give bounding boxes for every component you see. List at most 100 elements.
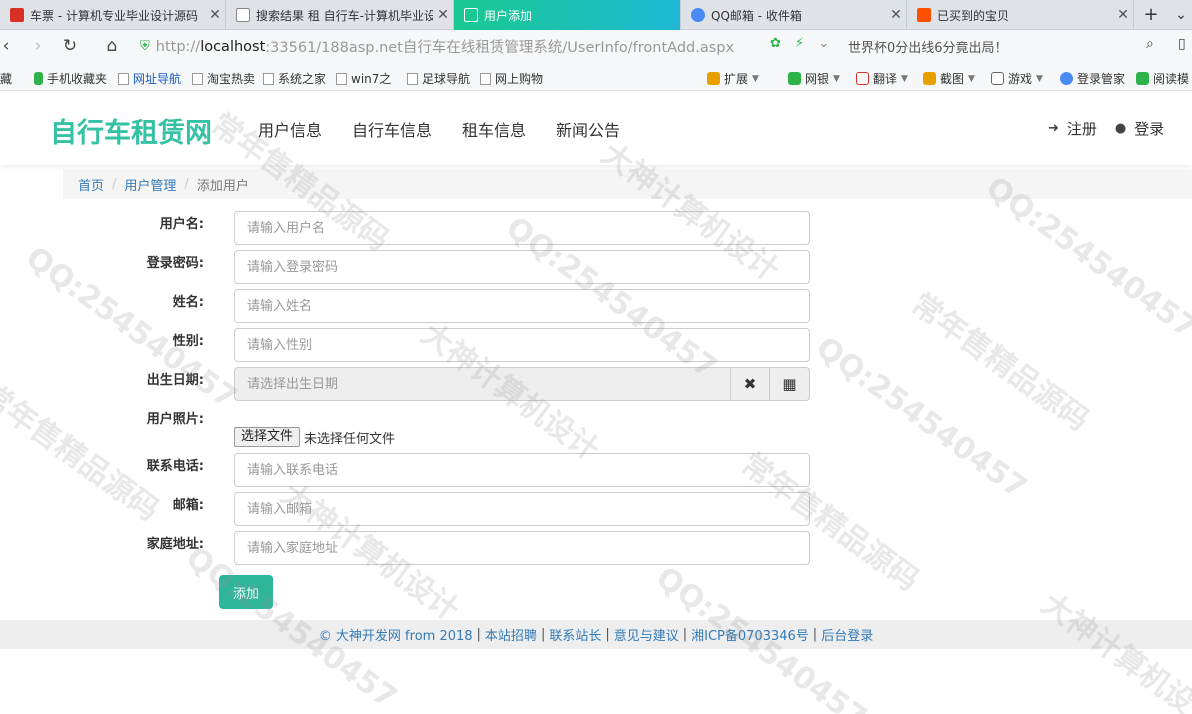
bookmark-item[interactable]: 足球导航 <box>407 70 470 87</box>
birthday-date-picker: ✖ ▦ <box>234 367 810 401</box>
page-favicon-icon <box>236 8 250 22</box>
form-row-email: 邮箱: <box>0 492 1192 526</box>
user-nav: ➜ 注册 ● 登录 <box>1048 118 1182 139</box>
password-input[interactable] <box>234 250 810 284</box>
toolbar-reading-mode[interactable]: 阅读模 <box>1136 70 1189 87</box>
home-icon[interactable]: ⌂ <box>100 34 124 58</box>
phone-input[interactable] <box>234 453 810 487</box>
form-row-address: 家庭地址: <box>0 531 1192 565</box>
toolbar-login-manager[interactable]: 登录管家 <box>1060 70 1125 87</box>
name-label: 姓名: <box>172 295 204 310</box>
choose-file-button[interactable]: 选择文件 <box>234 427 301 447</box>
user-icon: ● <box>1114 121 1127 136</box>
address-action-icons: ✿ ⚡ ⌄ <box>770 36 839 51</box>
toolbar-translate[interactable]: 翻译 ▼ <box>856 70 908 87</box>
bookmarks-bar: 藏 手机收藏夹 网址导航 淘宝热卖 系统之家 win7之 足球导航 网上购物 扩… <box>0 63 1192 91</box>
footer-link-jobs[interactable]: 本站招聘 <box>485 625 537 644</box>
site-header: 自行车租赁网 用户信息 自行车信息 租车信息 新闻公告 ➜ 注册 ● 登录 <box>0 93 1192 165</box>
close-icon[interactable]: ✕ <box>205 7 225 23</box>
username-input[interactable] <box>234 211 810 245</box>
book-icon <box>1136 72 1149 85</box>
footer-copyright: © 大神开发网 from 2018 <box>318 629 473 644</box>
toolbar-screenshot[interactable]: 截图 ▼ <box>923 70 975 87</box>
browser-tab-2[interactable]: 搜索结果 租 自行车-计算机毕业设计 ✕ <box>226 0 454 30</box>
search-icon[interactable]: ⌕ <box>1146 36 1154 52</box>
toolbar-extensions[interactable]: 扩展 ▼ <box>707 70 759 87</box>
breadcrumb-user-management[interactable]: 用户管理 <box>124 175 176 194</box>
gamepad-icon <box>991 72 1004 85</box>
form-row-photo: 用户照片: <box>0 406 1192 440</box>
url-host: localhost <box>200 38 266 55</box>
chevron-down-icon[interactable]: ⌄ <box>818 36 829 51</box>
tablet-icon[interactable]: ▯ <box>1178 36 1186 52</box>
birthday-label: 出生日期: <box>146 373 204 388</box>
bookmark-item[interactable]: win7之 <box>336 70 391 87</box>
tab-title: 已买到的宝贝 <box>937 8 1010 23</box>
form-row-name: 姓名: <box>0 289 1192 323</box>
tab-title: 用户添加 <box>484 8 533 23</box>
footer-link-feedback[interactable]: 意见与建议 <box>614 625 679 644</box>
close-icon[interactable]: ✕ <box>433 7 453 23</box>
back-icon[interactable]: ‹ <box>0 34 18 58</box>
address-input[interactable] <box>234 531 810 565</box>
forward-icon[interactable]: › <box>26 34 50 58</box>
email-input[interactable] <box>234 492 810 526</box>
email-label: 邮箱: <box>172 498 204 513</box>
url-field[interactable]: ⛨ http:// localhost :33561/188asp.net自行车… <box>140 33 810 60</box>
refresh-extension-icon[interactable]: ✿ <box>770 36 781 51</box>
photo-label: 用户照片: <box>146 412 204 427</box>
footer-link-admin-login[interactable]: 后台登录 <box>821 625 873 644</box>
nav-rental-info[interactable]: 租车信息 <box>462 117 526 141</box>
page-icon <box>407 72 418 85</box>
tab-title: 车票 - 计算机专业毕业设计源码 <box>30 8 198 23</box>
reload-icon[interactable]: ↻ <box>58 34 82 58</box>
close-icon[interactable]: ✕ <box>886 7 906 23</box>
username-label: 用户名: <box>159 217 204 232</box>
browser-tab-5[interactable]: 已买到的宝贝 ✕ <box>907 0 1134 30</box>
page-icon <box>336 72 347 85</box>
birthday-input[interactable] <box>234 367 730 401</box>
add-submit-button[interactable]: 添加 <box>219 575 273 609</box>
bookmark-item[interactable]: 藏 <box>0 70 12 87</box>
breadcrumb-home[interactable]: 首页 <box>78 175 104 194</box>
bookmark-item[interactable]: 网址导航 <box>118 70 181 87</box>
url-path: :33561/188asp.net自行车在线租赁管理系统/UserInfo/fr… <box>265 40 735 56</box>
close-icon[interactable]: ✕ <box>1113 7 1133 23</box>
tab-title: QQ邮箱 - 收件箱 <box>711 8 802 23</box>
site-brand-logo[interactable]: 自行车租赁网 <box>50 111 212 150</box>
scissors-icon <box>923 72 936 85</box>
name-input[interactable] <box>234 289 810 323</box>
nav-bike-info[interactable]: 自行车信息 <box>352 117 432 141</box>
phone-label: 联系电话: <box>146 459 204 474</box>
nav-user-info[interactable]: 用户信息 <box>258 117 322 141</box>
browser-tab-4[interactable]: QQ邮箱 - 收件箱 ✕ <box>681 0 907 30</box>
key-search-icon <box>1060 72 1073 85</box>
lightning-icon[interactable]: ⚡ <box>795 36 804 51</box>
bookmark-item[interactable]: 淘宝热卖 <box>192 70 255 87</box>
bookmark-item[interactable]: 系统之家 <box>263 70 326 87</box>
toolbar-bank[interactable]: 网银 ▼ <box>788 70 840 87</box>
taobao-favicon-icon <box>917 8 931 22</box>
register-link[interactable]: ➜ 注册 <box>1048 118 1097 139</box>
new-tab-button[interactable]: + <box>1140 4 1162 26</box>
tab-list-chevron-down-icon[interactable]: ⌄ <box>1172 4 1190 26</box>
calendar-icon[interactable]: ▦ <box>770 367 810 401</box>
breadcrumb-current: 添加用户 <box>196 178 249 194</box>
clear-date-close-icon[interactable]: ✖ <box>730 367 770 401</box>
footer-link-contact[interactable]: 联系站长 <box>549 625 601 644</box>
form-row-password: 登录密码: <box>0 250 1192 284</box>
extensions-grid-icon <box>707 72 720 85</box>
toolbar-games[interactable]: 游戏 ▼ <box>991 70 1043 87</box>
bookmark-item[interactable]: 网上购物 <box>480 70 543 87</box>
browser-tab-3-active[interactable]: 用户添加 <box>454 0 681 30</box>
browser-tab-1[interactable]: 车票 - 计算机专业毕业设计源码 ✕ <box>0 0 226 30</box>
news-ticker[interactable]: 世界杯0分出线6分竟出局！ <box>848 37 1008 56</box>
login-link[interactable]: ● 登录 <box>1115 118 1164 139</box>
nav-news[interactable]: 新闻公告 <box>556 117 620 141</box>
gender-input[interactable] <box>234 328 810 362</box>
bookmark-item[interactable]: 手机收藏夹 <box>34 70 107 87</box>
file-status-text: 未选择任何文件 <box>304 431 396 447</box>
page-favicon-icon <box>464 8 478 22</box>
phone-folder-icon <box>34 72 43 85</box>
footer-link-icp[interactable]: 湘ICP备0703346号 <box>691 625 809 644</box>
